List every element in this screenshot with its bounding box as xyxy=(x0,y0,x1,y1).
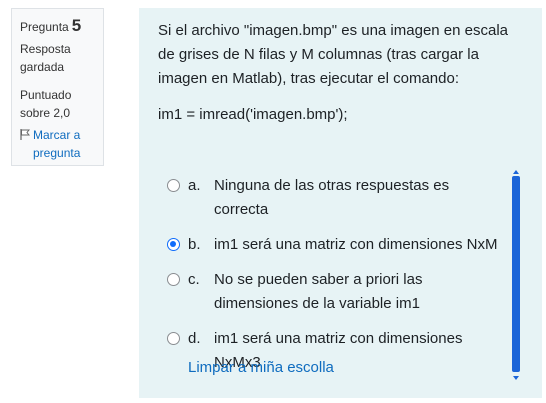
question-command: im1 = imread('imagen.bmp'); xyxy=(158,106,348,123)
answer-letter: b. xyxy=(188,236,201,253)
question-number: Pregunta 5 xyxy=(20,17,103,36)
answer-option-b[interactable]: b. im1 será una matriz con dimensiones N… xyxy=(167,233,507,257)
question-info-panel: Pregunta 5 Resposta gardada Puntuado sobr… xyxy=(11,8,104,166)
flag-label: Marcar a pregunta xyxy=(33,128,81,160)
scroll-up-arrow-icon[interactable] xyxy=(513,170,519,174)
flag-question-link[interactable]: Marcar a pregunta xyxy=(20,126,103,162)
answer-text: No se pueden saber a priori las dimensio… xyxy=(214,271,423,312)
question-text: Si el archivo "imagen.bmp" es una imagen… xyxy=(158,19,508,127)
answer-option-c[interactable]: c. No se pueden saber a priori las dimen… xyxy=(167,268,507,316)
answer-text: Ninguna de las otras respuestas es corre… xyxy=(214,177,450,218)
question-number-value: 5 xyxy=(71,16,82,35)
answers-scrollbar[interactable] xyxy=(510,170,522,382)
answer-list: a. Ninguna de las otras respuestas es co… xyxy=(167,174,507,386)
answer-option-a[interactable]: a. Ninguna de las otras respuestas es co… xyxy=(167,174,507,222)
radio-c[interactable] xyxy=(167,273,180,286)
answer-letter: c. xyxy=(188,271,200,288)
question-grade: Puntuado sobre 2,0 xyxy=(20,88,72,120)
radio-a[interactable] xyxy=(167,179,180,192)
radio-d[interactable] xyxy=(167,332,180,345)
answer-letter: a. xyxy=(188,177,201,194)
radio-b[interactable] xyxy=(167,238,180,251)
question-label: Pregunta xyxy=(20,20,69,34)
scroll-down-arrow-icon[interactable] xyxy=(513,376,519,380)
scroll-thumb[interactable] xyxy=(512,176,520,372)
question-text-paragraph: Si el archivo "imagen.bmp" es una imagen… xyxy=(158,22,509,87)
answer-text: im1 será una matriz con dimensiones NxM xyxy=(214,236,498,253)
answer-letter: d. xyxy=(188,330,201,347)
clear-choice-link[interactable]: Limpar a miña escolla xyxy=(188,359,334,376)
flag-icon xyxy=(20,129,30,140)
question-state: Resposta gardada xyxy=(20,42,71,74)
